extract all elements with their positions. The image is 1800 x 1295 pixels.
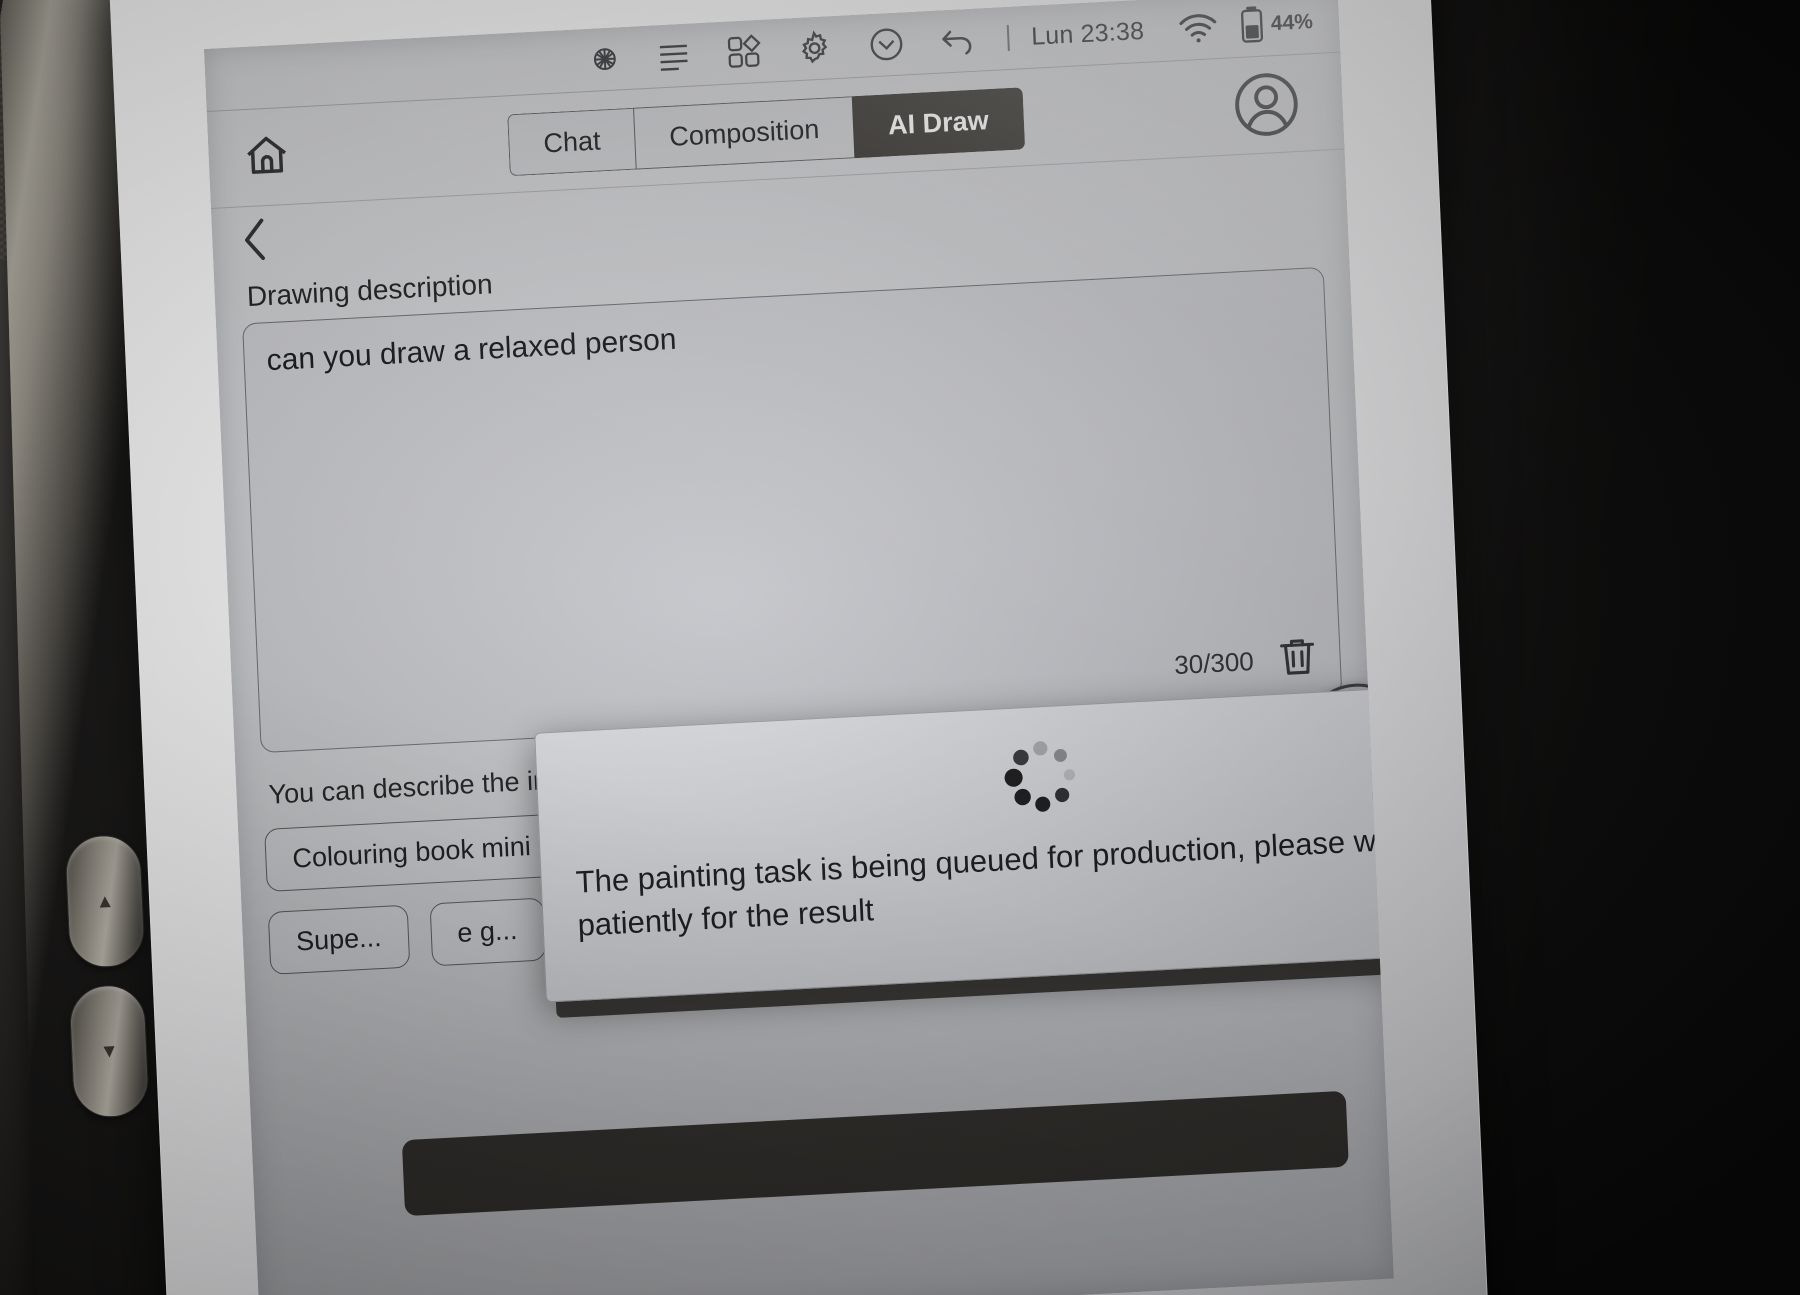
tablet-device: Lun 23:38 44% Chat Composition AI Draw D… <box>108 0 1489 1295</box>
tablet-screen: Lun 23:38 44% Chat Composition AI Draw D… <box>204 0 1394 1295</box>
user-avatar-icon[interactable] <box>1231 69 1302 145</box>
suggestion-chip[interactable]: e g... <box>429 897 546 967</box>
queued-toast-dialog: The painting task is being queued for pr… <box>534 679 1394 1003</box>
trash-icon[interactable] <box>1277 634 1319 685</box>
suggestion-chip[interactable]: Colouring book mini <box>264 813 560 892</box>
chevron-down-circle-icon[interactable] <box>867 24 907 64</box>
apps-icon[interactable] <box>725 33 763 71</box>
photo-scene: ▲ ▼ Lun 23:38 44% Chat Composition AI Dr… <box>0 0 1800 1295</box>
tab-composition[interactable]: Composition <box>633 96 855 170</box>
battery-icon[interactable] <box>1239 6 1265 45</box>
triangle-down-icon: ▼ <box>99 1040 120 1063</box>
brightness-icon[interactable] <box>587 41 622 77</box>
status-separator <box>1006 24 1010 52</box>
mode-tab-bar[interactable]: Chat Composition AI Draw <box>507 87 1025 177</box>
character-counter: 30/300 <box>1173 646 1255 681</box>
undo-icon[interactable] <box>939 22 981 60</box>
wifi-icon[interactable] <box>1177 11 1218 45</box>
generate-action-bar[interactable] <box>401 1090 1349 1217</box>
loading-spinner-icon <box>570 709 1393 844</box>
hardware-page-down-button[interactable]: ▼ <box>68 983 151 1119</box>
prompt-footer: 30/300 <box>1173 634 1318 690</box>
tab-chat[interactable]: Chat <box>507 107 636 177</box>
tab-ai-draw[interactable]: AI Draw <box>851 87 1025 159</box>
home-icon[interactable] <box>242 131 292 182</box>
status-time: Lun 23:38 <box>1030 16 1145 51</box>
chevron-left-icon[interactable] <box>237 214 273 269</box>
gear-icon[interactable] <box>795 28 835 68</box>
triangle-up-icon: ▲ <box>95 890 115 913</box>
hardware-page-up-button[interactable]: ▲ <box>64 833 146 969</box>
prompt-textarea[interactable]: can you draw a relaxed person 30/300 <box>242 266 1343 754</box>
battery-percent: 44% <box>1270 10 1314 36</box>
list-icon[interactable] <box>655 40 692 72</box>
suggestion-chip[interactable]: Supe... <box>267 904 410 975</box>
